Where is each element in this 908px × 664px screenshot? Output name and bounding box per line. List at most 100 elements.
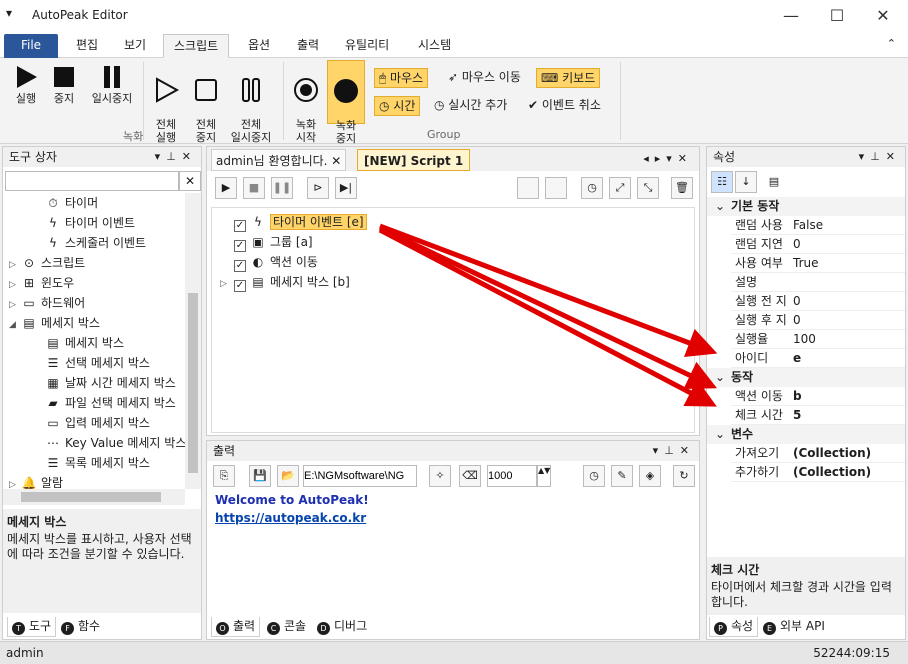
script-node[interactable]: ✓ ◐ 액션 이동	[234, 252, 318, 272]
node-checkbox[interactable]: ✓	[234, 260, 246, 272]
tab-external-api[interactable]: E 외부 API	[759, 617, 829, 637]
time-toggle[interactable]: ◷ 시간	[374, 96, 421, 116]
tab-options[interactable]: 옵션	[238, 34, 280, 58]
clock-icon[interactable]: ◷	[583, 465, 605, 487]
pause-button[interactable]: 일시중지	[86, 64, 138, 105]
toolbox-item[interactable]: ▷ ⊙ 스크립트	[9, 253, 85, 273]
mouse-move-toggle[interactable]: ➶ 마우스 이동	[444, 68, 525, 88]
tab-script[interactable]: 스크립트	[163, 34, 230, 58]
property-value[interactable]: 0	[793, 235, 801, 254]
tab-edit[interactable]: 편집	[66, 34, 108, 58]
tab-script-1[interactable]: [NEW] Script 1	[357, 149, 471, 171]
chevron-down-icon[interactable]: ⌄	[715, 425, 731, 444]
output-new-icon[interactable]: ⎘	[213, 465, 235, 487]
property-value[interactable]: (Collection)	[793, 463, 871, 482]
tab-welcome[interactable]: admin님 환영합니다. ✕	[211, 149, 347, 171]
close-button[interactable]: ✕	[860, 0, 906, 32]
output-panel-controls[interactable]: ▾⊥✕	[653, 441, 695, 461]
realtime-add-button[interactable]: ◷ 실시간 추가	[430, 96, 511, 116]
chevron-down-icon[interactable]: ⌄	[715, 368, 731, 387]
expander-icon[interactable]: ▷	[9, 255, 21, 275]
tab-console[interactable]: C 콘솔	[263, 617, 310, 637]
script-node[interactable]: ▷ ✓ ▤ 메세지 박스 [b]	[220, 272, 350, 292]
step-forward-button[interactable]: ⊳	[307, 177, 329, 199]
node-checkbox[interactable]: ✓	[234, 220, 246, 232]
toolbox-item[interactable]: ◢ ▤ 메세지 박스	[9, 313, 100, 333]
toolbar-blank-2[interactable]	[545, 177, 567, 199]
property-category[interactable]: ⌄ 기본 동작	[707, 197, 905, 216]
stop-all-button[interactable]: 전체 중지	[188, 64, 224, 144]
property-row[interactable]: 액션 이동 b	[731, 387, 905, 406]
toolbox-item[interactable]: ⏱ 타이머	[45, 193, 98, 213]
eraser-icon[interactable]: ⌫	[459, 465, 481, 487]
property-row[interactable]: 실행 후 지 0	[731, 311, 905, 330]
properties-panel-controls[interactable]: ▾⊥✕	[859, 147, 901, 167]
toolbox-item[interactable]: ☰ 목록 메세지 박스	[45, 453, 150, 473]
stop-button[interactable]: 중지	[46, 64, 82, 105]
property-row[interactable]: 실행율 100	[731, 330, 905, 349]
property-value[interactable]: e	[793, 349, 801, 368]
clean-icon[interactable]: ✧	[429, 465, 451, 487]
keyboard-toggle[interactable]: ⌨ 키보드	[536, 68, 601, 88]
script-node[interactable]: ✓ ϟ 타이머 이벤트 [e]	[234, 212, 367, 232]
property-row[interactable]: 설명	[731, 273, 905, 292]
interval-spinner[interactable]: ▲▼	[537, 465, 551, 487]
expander-icon[interactable]: ◢	[9, 315, 21, 335]
interval-input[interactable]	[487, 465, 537, 487]
property-row[interactable]: 사용 여부 True	[731, 254, 905, 273]
property-value[interactable]: 100	[793, 330, 816, 349]
output-path-input[interactable]	[303, 465, 417, 487]
property-value[interactable]: 0	[793, 292, 801, 311]
collapse-icon[interactable]: ⤡	[637, 177, 659, 199]
expander-icon[interactable]: ▷	[9, 275, 21, 295]
property-pages-icon[interactable]: ▤	[763, 171, 785, 193]
run-button[interactable]: 실행	[8, 64, 44, 105]
property-value[interactable]: (Collection)	[793, 444, 871, 463]
categorized-icon[interactable]: ☷	[711, 171, 733, 193]
expand-icon[interactable]: ⤢	[609, 177, 631, 199]
node-checkbox[interactable]: ✓	[234, 280, 246, 292]
property-value[interactable]: b	[793, 387, 802, 406]
timer-icon[interactable]: ◷	[581, 177, 603, 199]
script-node[interactable]: ✓ ▣ 그룹 [a]	[234, 232, 313, 252]
refresh-icon[interactable]: ↻	[673, 465, 695, 487]
property-value[interactable]: 0	[793, 311, 801, 330]
alphabetical-icon[interactable]: ↓	[735, 171, 757, 193]
minimize-button[interactable]: —	[768, 0, 814, 32]
run-all-button[interactable]: 전체 실행	[148, 64, 184, 144]
panel-controls[interactable]: ▾⊥✕	[155, 147, 197, 167]
open-folder-icon[interactable]: 📂	[277, 465, 299, 487]
script-pause-button[interactable]: ❚❚	[271, 177, 293, 199]
script-play-button[interactable]: ▶	[215, 177, 237, 199]
toolbox-item[interactable]: ▰ 파일 선택 메세지 박스	[45, 393, 175, 413]
mouse-toggle[interactable]: 🖱 마우스	[374, 68, 429, 88]
node-checkbox[interactable]: ✓	[234, 240, 246, 252]
property-category[interactable]: ⌄ 변수	[707, 425, 905, 444]
toolbox-item[interactable]: ▭ 입력 메세지 박스	[45, 413, 150, 433]
toolbox-item[interactable]: ϟ 타이머 이벤트	[45, 213, 135, 233]
toolbox-hscrollbar[interactable]	[3, 489, 185, 505]
toolbox-item[interactable]: ϟ 스케줄러 이벤트	[45, 233, 146, 253]
toolbox-item[interactable]: ▷ ▭ 하드웨어	[9, 293, 85, 313]
tab-properties[interactable]: P 속성	[709, 617, 759, 637]
toolbox-item[interactable]: ▦ 날짜 시간 메세지 박스	[45, 373, 175, 393]
expander-icon[interactable]: ▷	[220, 274, 234, 294]
property-value[interactable]: False	[793, 216, 823, 235]
step-end-button[interactable]: ▶|	[335, 177, 357, 199]
collapse-ribbon-icon[interactable]: ⌃	[887, 37, 896, 50]
property-row[interactable]: 가져오기 (Collection)	[731, 444, 905, 463]
tab-debug[interactable]: D 디버그	[313, 617, 371, 637]
chevron-down-icon[interactable]: ⌄	[715, 197, 731, 216]
expander-icon[interactable]: ▷	[9, 295, 21, 315]
window-menu-icon[interactable]: ▾	[6, 6, 12, 20]
editor-tab-controls[interactable]: ◂▸▾✕	[643, 149, 693, 169]
property-row[interactable]: 랜덤 지연 0	[731, 235, 905, 254]
event-cancel-button[interactable]: ✔ 이벤트 취소	[524, 96, 605, 116]
tab-file[interactable]: File	[4, 34, 58, 58]
toolbox-item[interactable]: ▷ ⊞ 윈도우	[9, 273, 74, 293]
output-link[interactable]: https://autopeak.co.kr	[215, 511, 691, 525]
property-row[interactable]: 추가하기 (Collection)	[731, 463, 905, 482]
property-category[interactable]: ⌄ 동작	[707, 368, 905, 387]
toolbox-item[interactable]: ☰ 선택 메세지 박스	[45, 353, 150, 373]
pause-all-button[interactable]: 전체 일시중지	[226, 64, 276, 144]
